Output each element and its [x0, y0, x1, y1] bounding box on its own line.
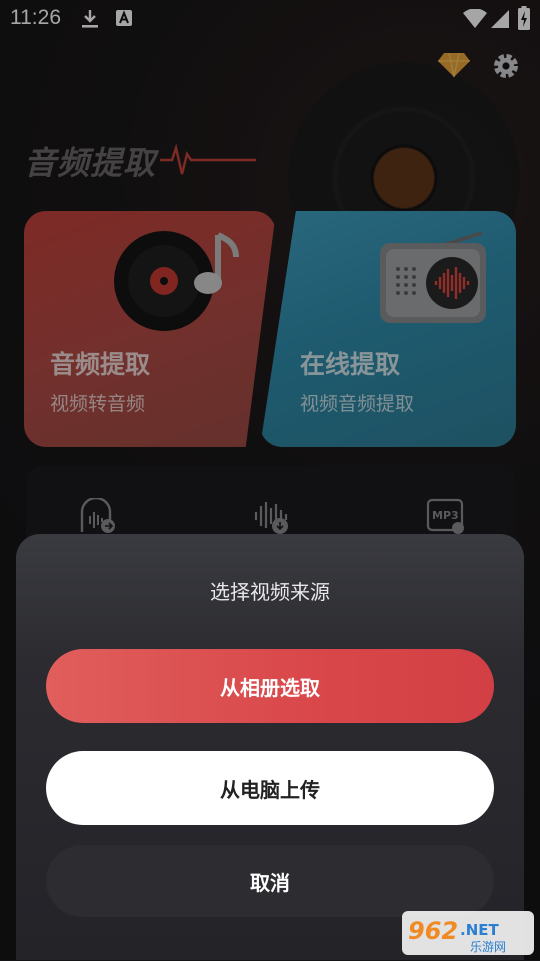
upload-from-computer-button[interactable]: 从电脑上传	[46, 751, 494, 825]
svg-text:乐游网: 乐游网	[470, 940, 506, 954]
upload-from-computer-label: 从电脑上传	[220, 777, 320, 802]
pick-from-album-label: 从相册选取	[220, 675, 320, 700]
sheet-title: 选择视频来源	[210, 580, 330, 604]
cancel-button[interactable]: 取消	[46, 845, 494, 917]
pick-from-album-button[interactable]: 从相册选取	[46, 649, 494, 723]
video-source-sheet: 选择视频来源 从相册选取 从电脑上传 取消	[16, 534, 524, 960]
svg-text:962: 962	[408, 917, 458, 945]
svg-text:.NET: .NET	[460, 921, 499, 939]
watermark-logo: 962 .NET 乐游网	[400, 909, 536, 957]
cancel-label: 取消	[250, 870, 290, 895]
